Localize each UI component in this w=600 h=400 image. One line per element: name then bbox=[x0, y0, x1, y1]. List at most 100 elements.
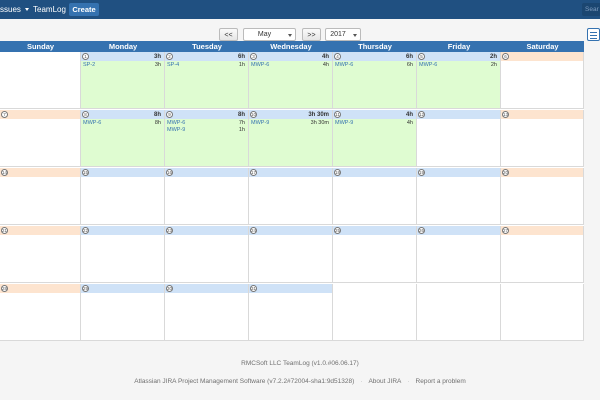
calendar-day-cell[interactable]: 12 bbox=[417, 110, 501, 167]
day-number[interactable]: 1 bbox=[82, 53, 89, 60]
calendar-day-cell[interactable]: 26 bbox=[417, 226, 501, 283]
calendar-day-cell[interactable]: 6 bbox=[501, 52, 584, 109]
day-number[interactable]: 4 bbox=[334, 53, 341, 60]
calendar-day-cell[interactable]: 20 bbox=[501, 168, 584, 225]
create-button[interactable]: Create bbox=[69, 3, 99, 16]
calendar-day-cell[interactable]: 4 6h MWP-6 6h bbox=[333, 52, 417, 109]
month-calendar: Sunday Monday Tuesday Wednesday Thursday Frid… bbox=[0, 41, 584, 341]
calendar-day-cell[interactable]: 3 4h MWP-6 4h bbox=[249, 52, 333, 109]
calendar-day-cell[interactable]: 25 bbox=[333, 226, 417, 283]
issue-key-link[interactable]: MWP-9 bbox=[251, 120, 269, 127]
calendar-day-cell[interactable]: 28 bbox=[0, 284, 81, 341]
day-number[interactable]: 30 bbox=[166, 285, 173, 292]
calendar-day-cell[interactable]: 31 bbox=[249, 284, 333, 341]
day-number[interactable]: 19 bbox=[418, 169, 425, 176]
calendar-day-cell[interactable]: 15 bbox=[81, 168, 165, 225]
day-number[interactable]: 10 bbox=[250, 111, 257, 118]
day-number[interactable]: 26 bbox=[418, 227, 425, 234]
day-cell-header: 2 6h bbox=[165, 52, 248, 61]
day-number[interactable]: 3 bbox=[250, 53, 257, 60]
month-select[interactable]: May bbox=[243, 28, 296, 41]
day-number[interactable]: 9 bbox=[166, 111, 173, 118]
issues-menu-label: ssues bbox=[0, 5, 21, 14]
issue-key-link[interactable]: MWP-6 bbox=[335, 62, 353, 69]
day-number[interactable]: 16 bbox=[166, 169, 173, 176]
day-number[interactable]: 25 bbox=[334, 227, 341, 234]
worklog-entry: SP-2 3h bbox=[83, 62, 161, 69]
calendar-empty-cell bbox=[333, 284, 417, 341]
worklog-area: MWP-6 7h MWP-9 1h bbox=[165, 119, 248, 166]
calendar-day-cell[interactable]: 23 bbox=[165, 226, 249, 283]
day-number[interactable]: 13 bbox=[502, 111, 509, 118]
calendar-day-cell[interactable]: 1 3h SP-2 3h bbox=[81, 52, 165, 109]
calendar-day-cell[interactable]: 21 bbox=[0, 226, 81, 283]
teamlog-menu[interactable]: TeamLog bbox=[33, 4, 66, 15]
issue-key-link[interactable]: MWP-6 bbox=[419, 62, 437, 69]
calendar-day-cell[interactable]: 2 6h SP-4 1h bbox=[165, 52, 249, 109]
day-number[interactable]: 5 bbox=[418, 53, 425, 60]
day-number[interactable]: 8 bbox=[82, 111, 89, 118]
calendar-day-cell[interactable]: 7 bbox=[0, 110, 81, 167]
day-number[interactable]: 17 bbox=[250, 169, 257, 176]
year-select[interactable]: 2017 bbox=[325, 28, 361, 41]
day-number[interactable]: 6 bbox=[502, 53, 509, 60]
calendar-day-cell[interactable]: 8 8h MWP-6 8h bbox=[81, 110, 165, 167]
calendar-day-cell[interactable]: 9 8h MWP-6 7h MWP-9 1h bbox=[165, 110, 249, 167]
calendar-day-cell[interactable]: 22 bbox=[81, 226, 165, 283]
calendar-day-cell[interactable]: 27 bbox=[501, 226, 584, 283]
day-number[interactable]: 27 bbox=[502, 227, 509, 234]
issue-key-link[interactable]: MWP-9 bbox=[335, 120, 353, 127]
worklog-entry: MWP-6 8h bbox=[83, 120, 161, 127]
day-number[interactable]: 18 bbox=[334, 169, 341, 176]
issue-key-link[interactable]: MWP-6 bbox=[251, 62, 269, 69]
day-number[interactable]: 22 bbox=[82, 227, 89, 234]
footer-software[interactable]: Atlassian JIRA Project Management Softwa… bbox=[134, 378, 354, 385]
side-panel-toggle[interactable] bbox=[587, 28, 600, 41]
day-number[interactable]: 2 bbox=[166, 53, 173, 60]
day-number[interactable]: 14 bbox=[1, 169, 8, 176]
issue-key-link[interactable]: MWP-9 bbox=[167, 127, 185, 134]
day-number[interactable]: 29 bbox=[82, 285, 89, 292]
calendar-day-cell[interactable]: 30 bbox=[165, 284, 249, 341]
issue-key-link[interactable]: MWP-6 bbox=[83, 120, 101, 127]
day-number[interactable]: 21 bbox=[1, 227, 8, 234]
issue-key-link[interactable]: SP-4 bbox=[167, 62, 179, 69]
worklog-area: SP-2 3h bbox=[81, 61, 164, 108]
issue-key-link[interactable]: SP-2 bbox=[83, 62, 95, 69]
calendar-day-cell[interactable]: 18 bbox=[333, 168, 417, 225]
calendar-day-cell[interactable]: 13 bbox=[501, 110, 584, 167]
day-cell-header: 15 bbox=[81, 168, 164, 177]
day-number[interactable]: 24 bbox=[250, 227, 257, 234]
calendar-day-cell[interactable]: 10 3h 30m MWP-9 3h 30m bbox=[249, 110, 333, 167]
worklog-hours: 1h bbox=[238, 127, 245, 133]
report-problem-link[interactable]: Report a problem bbox=[416, 378, 466, 385]
worklog-area: MWP-6 8h bbox=[81, 119, 164, 166]
worklog-entry: MWP-9 1h bbox=[167, 127, 245, 134]
next-month-button[interactable]: >> bbox=[302, 28, 321, 41]
day-cell-header: 22 bbox=[81, 226, 164, 235]
calendar-day-cell[interactable]: 17 bbox=[249, 168, 333, 225]
day-number[interactable]: 31 bbox=[250, 285, 257, 292]
day-number[interactable]: 20 bbox=[502, 169, 509, 176]
calendar-day-cell[interactable]: 14 bbox=[0, 168, 81, 225]
day-number[interactable]: 7 bbox=[1, 111, 8, 118]
previous-month-button[interactable]: << bbox=[219, 28, 238, 41]
calendar-day-cell[interactable]: 19 bbox=[417, 168, 501, 225]
day-number[interactable]: 11 bbox=[334, 111, 341, 118]
calendar-day-cell[interactable]: 24 bbox=[249, 226, 333, 283]
day-number[interactable]: 23 bbox=[166, 227, 173, 234]
calendar-day-cell[interactable]: 29 bbox=[81, 284, 165, 341]
day-total-hours: 4h bbox=[405, 112, 413, 118]
about-jira-link[interactable]: About JIRA bbox=[368, 378, 401, 385]
calendar-day-cell[interactable]: 5 2h MWP-6 2h bbox=[417, 52, 501, 109]
day-number[interactable]: 28 bbox=[1, 285, 8, 292]
search-input[interactable]: Sear bbox=[582, 3, 600, 16]
issues-menu[interactable]: ssues bbox=[0, 4, 30, 15]
calendar-day-cell[interactable]: 16 bbox=[165, 168, 249, 225]
day-number[interactable]: 12 bbox=[418, 111, 425, 118]
day-number[interactable]: 15 bbox=[82, 169, 89, 176]
day-name-sunday: Sunday bbox=[26, 42, 55, 51]
calendar-day-cell[interactable]: 11 4h MWP-9 4h bbox=[333, 110, 417, 167]
issue-key-link[interactable]: MWP-6 bbox=[167, 120, 185, 127]
day-name-wednesday: Wednesday bbox=[270, 42, 312, 51]
